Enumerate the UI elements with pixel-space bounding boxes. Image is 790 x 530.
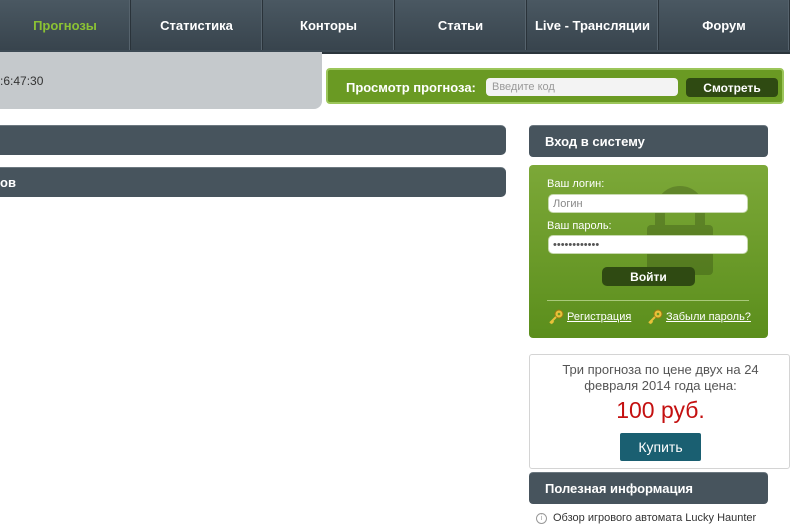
promo-box: Три прогноза по цене двух на 24 февраля … [529, 354, 790, 469]
nav-item-forecasts[interactable]: Прогнозы [0, 0, 131, 50]
promo-text: Три прогноза по цене двух на 24 февраля … [562, 362, 759, 393]
left-section-title-2: ов [0, 175, 16, 190]
info-item-label[interactable]: Обзор игрового автомата Lucky Haunter [553, 512, 756, 524]
left-section-bar-1 [0, 125, 506, 155]
view-forecast-button[interactable]: Смотреть [686, 78, 778, 97]
left-section-bar-2: ов [0, 167, 506, 197]
login-header: Вход в систему [529, 125, 768, 157]
register-link[interactable]: Регистрация [567, 311, 631, 323]
promo-price: 100 руб. [616, 397, 705, 423]
nav-item-bookmakers[interactable]: Конторы [263, 0, 395, 50]
key-icon [549, 309, 564, 325]
nav-item-articles[interactable]: Статьи [395, 0, 527, 50]
useful-info-header: Полезная информация [529, 472, 768, 504]
info-icon: i [536, 512, 547, 524]
login-button[interactable]: Войти [602, 267, 695, 286]
password-field[interactable] [548, 235, 748, 254]
nav-item-live[interactable]: Live - Трансляции [527, 0, 659, 50]
forecast-viewer: Просмотр прогноза: Смотреть [326, 68, 784, 104]
server-clock: :6:47:30 [0, 74, 44, 88]
header-band [0, 52, 322, 109]
main-nav: Прогнозы Статистика Конторы Статьи Live … [0, 0, 790, 54]
buy-button[interactable]: Купить [620, 433, 701, 461]
login-panel: Ваш логин: Ваш пароль: Войти Регистрация… [529, 165, 768, 338]
forgot-password-link[interactable]: Забыли пароль? [666, 311, 751, 323]
login-field[interactable] [548, 194, 748, 213]
login-divider [547, 300, 749, 301]
login-label: Ваш логин: [547, 178, 605, 190]
password-label: Ваш пароль: [547, 220, 612, 232]
key-icon [648, 309, 663, 325]
info-list-item[interactable]: i Обзор игрового автомата Lucky Haunter [536, 512, 756, 524]
forecast-viewer-label: Просмотр прогноза: [346, 80, 476, 95]
nav-item-statistics[interactable]: Статистика [131, 0, 263, 50]
forecast-code-input[interactable] [486, 78, 678, 96]
nav-item-forum[interactable]: Форум [659, 0, 790, 50]
useful-info-title: Полезная информация [545, 481, 694, 496]
login-header-title: Вход в систему [545, 134, 645, 149]
